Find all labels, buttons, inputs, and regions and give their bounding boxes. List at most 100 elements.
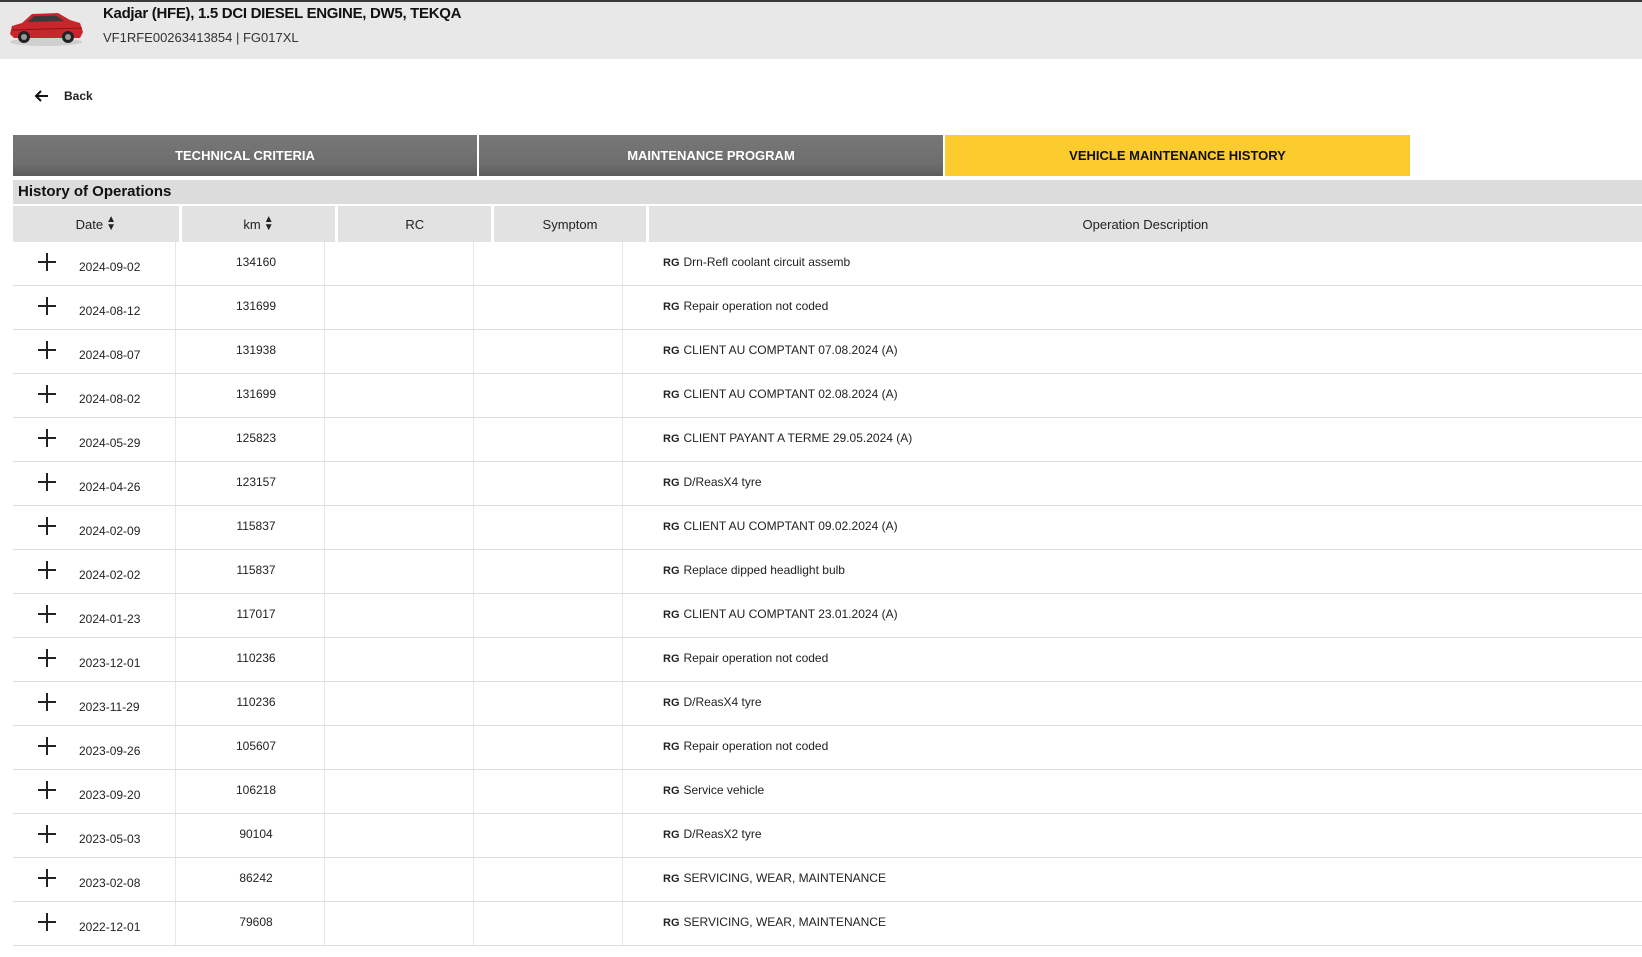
expand-plus-icon[interactable]: [38, 605, 56, 623]
vehicle-header: Kadjar (HFE), 1.5 DCI DIESEL ENGINE, DW5…: [0, 2, 1642, 59]
rg-badge: RG: [663, 301, 680, 313]
cell-date: 2024-05-29: [79, 436, 141, 450]
column-divider: [473, 462, 474, 505]
rg-badge: RG: [663, 433, 680, 445]
description-text: CLIENT AU COMPTANT 09.02.2024 (A): [683, 519, 898, 533]
cell-km: 105607: [235, 739, 277, 753]
column-divider: [473, 638, 474, 681]
column-divider: [622, 638, 623, 681]
column-divider: [473, 770, 474, 813]
cell-operation-description: RG D/ReasX4 tyre: [663, 695, 762, 709]
cell-km: 110236: [236, 695, 276, 709]
description-text: SERVICING, WEAR, MAINTENANCE: [683, 915, 886, 929]
expand-plus-icon[interactable]: [38, 429, 56, 447]
expand-plus-icon[interactable]: [38, 825, 56, 843]
section-title: History of Operations: [13, 180, 1642, 204]
description-text: D/ReasX2 tyre: [683, 827, 762, 841]
cell-operation-description: RG Service vehicle: [663, 783, 764, 797]
expand-plus-icon[interactable]: [38, 341, 56, 359]
column-divider: [622, 286, 623, 329]
cell-km: 115837: [236, 519, 276, 533]
description-text: CLIENT AU COMPTANT 07.08.2024 (A): [683, 343, 898, 357]
expand-plus-icon[interactable]: [38, 385, 56, 403]
table-row: 2023-05-03 90104 RG D/ReasX2 tyre: [13, 814, 1642, 858]
tab-vehicle-maintenance-history[interactable]: VEHICLE MAINTENANCE HISTORY: [945, 135, 1410, 176]
column-divider: [175, 462, 176, 505]
column-header-rc: RC: [338, 206, 492, 242]
column-divider: [473, 594, 474, 637]
arrow-left-icon: [34, 90, 48, 102]
cell-km: 86242: [239, 871, 273, 885]
column-header-km[interactable]: km ▲ ▼: [181, 206, 336, 242]
expand-plus-icon[interactable]: [38, 297, 56, 315]
column-divider: [175, 330, 176, 373]
column-divider: [622, 726, 623, 769]
cell-operation-description: RG SERVICING, WEAR, MAINTENANCE: [663, 871, 886, 885]
expand-plus-icon[interactable]: [38, 561, 56, 579]
table-row: 2023-02-08 86242 RG SERVICING, WEAR, MAINTE…: [13, 858, 1642, 902]
expand-plus-icon[interactable]: [38, 253, 56, 271]
cell-date: 2023-05-03: [79, 832, 141, 846]
cell-km: 134160: [235, 255, 277, 269]
column-label: RC: [405, 216, 425, 232]
expand-plus-icon[interactable]: [38, 517, 56, 535]
expand-plus-icon[interactable]: [38, 649, 56, 667]
description-text: Service vehicle: [683, 783, 765, 797]
tab-technical-criteria[interactable]: TECHNICAL CRITERIA: [13, 135, 477, 176]
cell-operation-description: RG CLIENT AU COMPTANT 09.02.2024 (A): [663, 519, 898, 533]
column-divider: [175, 902, 176, 945]
description-text: Repair operation not coded: [683, 299, 829, 313]
cell-km: 79608: [239, 915, 273, 929]
cell-km: 117017: [236, 607, 276, 621]
column-divider: [622, 902, 623, 945]
cell-operation-description: RG CLIENT AU COMPTANT 02.08.2024 (A): [663, 387, 898, 401]
column-divider: [473, 902, 474, 945]
expand-plus-icon[interactable]: [38, 781, 56, 799]
expand-plus-icon[interactable]: [38, 473, 56, 491]
expand-plus-icon[interactable]: [38, 737, 56, 755]
rg-badge: RG: [663, 917, 680, 929]
column-divider: [175, 418, 176, 461]
rg-badge: RG: [663, 741, 680, 753]
column-divider: [622, 682, 623, 725]
column-header-symptom: Symptom: [494, 206, 646, 242]
rg-badge: RG: [663, 345, 680, 357]
rg-badge: RG: [663, 697, 680, 709]
column-divider: [622, 418, 623, 461]
table-row: 2024-08-12 131699 RG Repair operation not c…: [13, 286, 1642, 330]
description-text: CLIENT PAYANT A TERME 29.05.2024 (A): [683, 431, 913, 445]
rg-badge: RG: [663, 565, 680, 577]
column-divider: [473, 374, 474, 417]
back-button[interactable]: Back: [34, 88, 93, 104]
cell-km: 123157: [235, 475, 277, 489]
table-row: 2023-09-20 106218 RG Service vehicle: [13, 770, 1642, 814]
expand-plus-icon[interactable]: [38, 869, 56, 887]
description-text: CLIENT AU COMPTANT 23.01.2024 (A): [683, 607, 898, 621]
column-divider: [622, 858, 623, 901]
cell-date: 2024-02-02: [79, 568, 141, 582]
column-label: Operation Description: [1082, 216, 1209, 232]
column-header-date[interactable]: Date ▲ ▼: [13, 206, 179, 242]
column-divider: [622, 330, 623, 373]
column-label: Symptom: [542, 216, 598, 232]
expand-plus-icon[interactable]: [38, 913, 56, 931]
cell-operation-description: RG D/ReasX2 tyre: [663, 827, 762, 841]
table-row: 2024-01-23 117017 RG CLIENT AU COMPTANT 23.…: [13, 594, 1642, 638]
column-divider: [175, 682, 176, 725]
table-row: 2024-09-02 134160 RG Drn-Refl coolant circu…: [13, 242, 1642, 286]
tab-bar: TECHNICAL CRITERIA MAINTENANCE PROGRAM V…: [13, 135, 1412, 176]
column-divider: [473, 330, 474, 373]
column-divider: [622, 242, 623, 285]
column-divider: [622, 550, 623, 593]
cell-date: 2023-09-20: [79, 788, 141, 802]
column-divider: [175, 858, 176, 901]
rg-badge: RG: [663, 873, 680, 885]
column-divider: [473, 550, 474, 593]
cell-km: 106218: [235, 783, 277, 797]
column-header-operation-description: Operation Description: [648, 206, 1642, 242]
column-divider: [473, 242, 474, 285]
expand-plus-icon[interactable]: [38, 693, 56, 711]
cell-km: 110236: [236, 651, 276, 665]
cell-date: 2023-09-26: [79, 744, 141, 758]
tab-maintenance-program[interactable]: MAINTENANCE PROGRAM: [479, 135, 943, 176]
